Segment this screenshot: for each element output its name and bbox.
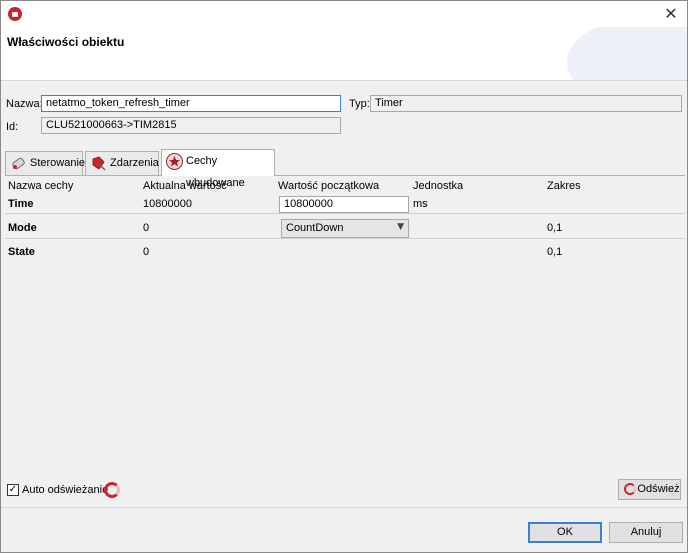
tab-strip: Sterowanie Zdarzenia Cechy wbudowane [5, 149, 685, 189]
feature-name: State [8, 246, 35, 258]
name-label: Nazwa: [6, 98, 43, 110]
unit-value: ms [413, 198, 428, 210]
ok-button[interactable]: OK [528, 522, 602, 543]
tab-sterowanie[interactable]: Sterowanie [5, 151, 86, 175]
tab-zdarzenia[interactable]: Zdarzenia [85, 151, 159, 175]
refresh-icon [624, 483, 636, 495]
mode-dropdown[interactable]: CountDown ▼ [281, 219, 409, 238]
dialog-footer: OK Anuluj [1, 507, 687, 552]
grid-header: Nazwa cechy Aktualna wartość Wartość poc… [5, 180, 685, 194]
auto-refresh-label: Auto odświeżanie [22, 484, 109, 496]
page-title: Właściwości obiektu [7, 35, 125, 49]
home-app-icon [8, 7, 22, 21]
title-bar: ✕ [1, 1, 687, 27]
id-field: CLU521000663->TIM2815 [41, 117, 341, 134]
range-value: 0,1 [547, 222, 563, 234]
feature-name: Mode [8, 222, 37, 234]
name-field[interactable]: netatmo_token_refresh_timer [41, 95, 341, 112]
remote-control-icon [12, 157, 25, 170]
range-value: 0,1 [547, 246, 563, 258]
properties-dialog: ✕ Właściwości obiektu Nazwa: netatmo_tok… [0, 0, 688, 553]
auto-refresh-checkbox[interactable]: ✓ [7, 484, 19, 496]
events-icon [92, 156, 106, 171]
refresh-icon [104, 482, 120, 498]
row-divider [5, 238, 685, 239]
header-decoration [567, 27, 687, 80]
tab-cechy-wbudowane[interactable]: Cechy wbudowane [161, 149, 275, 189]
bottom-toolbar: ✓ Auto odświeżanie Odśwież [1, 479, 687, 503]
column-header-initial: Wartość początkowa [278, 180, 380, 192]
table-row: State 0 0,1 [5, 242, 685, 264]
chevron-down-icon: ▼ [397, 222, 404, 232]
current-value: 10800000 [143, 198, 192, 210]
type-field: Timer [370, 95, 682, 112]
id-label: Id: [6, 121, 19, 133]
table-row: Mode 0 CountDown ▼ 0,1 [5, 218, 685, 240]
tab-label: Sterowanie [30, 157, 86, 169]
refresh-button[interactable]: Odśwież [618, 479, 681, 500]
tab-label: Cechy wbudowane [186, 155, 245, 189]
tab-label: Zdarzenia [110, 157, 159, 169]
column-header-name: Nazwa cechy [8, 180, 74, 192]
current-value: 0 [143, 246, 150, 258]
feature-name: Time [8, 198, 34, 210]
features-grid: Nazwa cechy Aktualna wartość Wartość poc… [5, 175, 685, 473]
initial-value-input[interactable]: 10800000 [279, 196, 409, 213]
star-badge-icon [166, 153, 183, 170]
dropdown-selected-value: CountDown [286, 222, 344, 234]
cancel-button[interactable]: Anuluj [609, 522, 683, 543]
type-label: Typ: [349, 98, 370, 110]
column-header-range: Zakres [547, 180, 581, 192]
column-header-unit: Jednostka [413, 180, 464, 192]
dialog-header: Właściwości obiektu [1, 27, 687, 81]
row-divider [5, 213, 685, 214]
close-icon[interactable]: ✕ [661, 4, 681, 24]
current-value: 0 [143, 222, 150, 234]
